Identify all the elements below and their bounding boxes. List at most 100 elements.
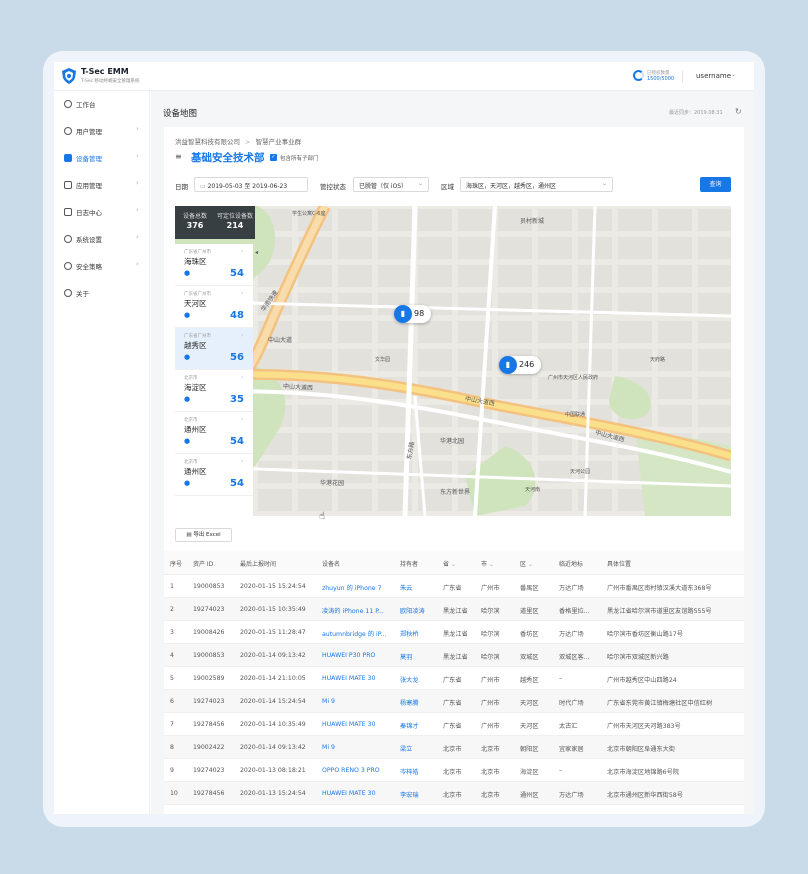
- district-item[interactable]: 北京市 通州区 ● 54 ›: [175, 454, 253, 496]
- sidebar-item-users[interactable]: 用户管理 ›: [54, 122, 150, 144]
- breadcrumb-company[interactable]: 洪益智慧科技有限公司: [175, 138, 240, 146]
- table-row[interactable]: 2 19274023 2020-01-15 10:35:49 凌涛的 iPhone 1…: [164, 598, 744, 621]
- cell-owner[interactable]: 秦锦才: [400, 721, 419, 730]
- cell-landmark: 太古汇: [559, 723, 578, 730]
- chevron-down-icon: ⌄: [487, 561, 494, 568]
- cell-device[interactable]: 凌涛的 iPhone 11 P...: [322, 606, 384, 615]
- region-label: 区域: [441, 183, 454, 191]
- cell-device[interactable]: Mi 9: [322, 698, 335, 705]
- query-button[interactable]: 查询: [700, 177, 731, 192]
- table-row[interactable]: 3 19008426 2020-01-15 11:28:47 autumnbridge…: [164, 621, 744, 644]
- app-subtitle: T-Sec 移动终端安全管理系统: [81, 79, 140, 84]
- table-row[interactable]: 6 19274023 2020-01-14 15:24:54 Mi 9 杨寒腾 广东省 广州…: [164, 690, 744, 713]
- cell-device[interactable]: HUAWEI MATE 30: [322, 721, 376, 728]
- district-name: 海淀区: [184, 383, 207, 392]
- cell-prov: 广东省: [443, 585, 462, 592]
- cell-dist: 番禺区: [520, 585, 539, 592]
- collapse-arrow-icon[interactable]: ◂: [255, 249, 258, 256]
- district-item-selected[interactable]: 广东省广州市 越秀区 ● 56 ›: [175, 328, 253, 370]
- table-row[interactable]: 8 19002422 2020-01-14 09:13:42 Mi 9 梁立 北京市 北京市…: [164, 736, 744, 759]
- cell-dist: 双城区: [520, 654, 539, 661]
- chevron-down-icon: ⌄: [526, 561, 533, 568]
- table-row[interactable]: 10 19278456 2020-01-13 15:24:54 HUAWEI MATE…: [164, 782, 744, 805]
- cell-prov: 黑龙江省: [443, 631, 468, 638]
- cell-no: 4: [170, 652, 174, 659]
- district-count: 48: [230, 310, 244, 321]
- cell-owner[interactable]: 莫羽: [400, 652, 412, 661]
- cell-addr: 黑龙江省哈尔滨市道里区友谊路555号: [607, 608, 712, 615]
- include-subdept-checkbox[interactable]: ✓: [270, 154, 277, 161]
- sidebar-item-settings[interactable]: 系统设置 ›: [54, 230, 150, 252]
- cell-device[interactable]: HUAWEI MATE 30: [322, 675, 376, 682]
- sidebar-item-about[interactable]: 关于: [54, 284, 150, 306]
- cell-owner[interactable]: 岑梓皓: [400, 767, 419, 776]
- username-menu[interactable]: username: [696, 72, 731, 80]
- status-select[interactable]: 已脱管（仅 iOS） ⌄: [353, 177, 429, 192]
- cell-device[interactable]: HUAWEI P30 PRO: [322, 652, 375, 659]
- table-row[interactable]: 5 19002589 2020-01-14 21:10:05 HUAWEI MATE …: [164, 667, 744, 690]
- map-canvas[interactable]: [175, 206, 731, 516]
- cell-prov: 广东省: [443, 700, 462, 707]
- cell-device[interactable]: OPPO RENO 3 PRO: [322, 767, 380, 774]
- divider: [682, 71, 683, 82]
- cell-owner[interactable]: 郑秋桥: [400, 629, 419, 638]
- cell-device[interactable]: Mi 9: [322, 744, 335, 751]
- cell-city: 哈尔滨: [481, 631, 500, 638]
- district-item[interactable]: 广东省广州市 海珠区 ● 54 ›: [175, 244, 253, 286]
- cell-owner[interactable]: 梁立: [400, 744, 412, 753]
- cell-id: 19002422: [193, 744, 225, 751]
- cell-owner[interactable]: 欧阳凌涛: [400, 606, 425, 615]
- cell-no: 2: [170, 606, 174, 613]
- device-cluster-marker[interactable]: ▮ 246: [499, 356, 542, 374]
- table-header: 序号 资产 ID 最后上报时间 设备名 持有者 省 ⌄ 市 ⌄ 区 ⌄ 临近地标…: [164, 551, 744, 575]
- cell-time: 2020-01-14 09:13:42: [240, 652, 306, 659]
- cell-device[interactable]: autumnbridge 的 iP...: [322, 629, 386, 638]
- device-map[interactable]: 中山大道西 中山大道西 中山大道西 华南快速 东方路 华港北园 东方新世界 华港…: [175, 206, 731, 516]
- cell-id: 19000853: [193, 652, 225, 659]
- cell-owner[interactable]: 杨寒腾: [400, 698, 419, 707]
- district-name: 天河区: [184, 299, 207, 308]
- cell-addr: 广州市越秀区中山四路24: [607, 677, 677, 684]
- district-item[interactable]: 北京市 通州区 ● 54 ›: [175, 412, 253, 454]
- cell-landmark: 时代广场: [559, 700, 584, 707]
- cell-owner[interactable]: 李宏瑞: [400, 790, 419, 799]
- main-content: 设备地图 最近同步：2019.08.31 ↻ 洪益智慧科技有限公司 > 智慧产业…: [151, 91, 754, 814]
- sidebar-item-apps[interactable]: 应用管理 ›: [54, 176, 150, 198]
- district-item[interactable]: 广东省广州市 天河区 ● 48 ›: [175, 286, 253, 328]
- cell-dist: 通州区: [520, 792, 539, 799]
- col-header-filter[interactable]: 省 ⌄: [443, 559, 456, 568]
- sidebar-item-label: 设备管理: [76, 155, 102, 163]
- table-row[interactable]: 7 19278456 2020-01-14 10:35:49 HUAWEI MATE …: [164, 713, 744, 736]
- sidebar-item-label: 日志中心: [76, 209, 102, 217]
- cluster-count: 246: [519, 360, 535, 369]
- date-range-picker[interactable]: ▭ 2019-05-03 至 2019-06-23: [194, 177, 308, 192]
- cell-id: 19002589: [193, 675, 225, 682]
- total-devices-value: 376: [186, 221, 204, 230]
- breadcrumb-group[interactable]: 智慧产业事业群: [256, 138, 302, 146]
- menu-icon[interactable]: ≡: [175, 152, 182, 161]
- cell-landmark: –: [559, 675, 563, 682]
- sidebar-item-devices[interactable]: 设备管理 ›: [54, 149, 150, 171]
- cell-device[interactable]: HUAWEI MATE 30: [322, 790, 376, 797]
- table-row[interactable]: 1 19000853 2020-01-15 15:24:54 zhuyun 的 iPh…: [164, 575, 744, 598]
- cell-owner[interactable]: 朱云: [400, 583, 412, 592]
- sidebar-item-security[interactable]: 安全策略 ›: [54, 257, 150, 279]
- table-row[interactable]: 4 19000853 2020-01-14 09:13:42 HUAWEI P30 P…: [164, 644, 744, 667]
- region-select[interactable]: 海珠区，天河区，越秀区，通州区 ⌄: [460, 177, 613, 192]
- cell-no: 3: [170, 629, 174, 636]
- cell-device[interactable]: zhuyun 的 iPhone 7: [322, 583, 382, 592]
- sidebar-item-workbench[interactable]: 工作台: [54, 95, 150, 117]
- table-row[interactable]: 9 19274023 2020-01-13 08:18:21 OPPO RENO 3 …: [164, 759, 744, 782]
- device-cluster-marker[interactable]: ▮ 98: [394, 305, 432, 323]
- export-excel-button[interactable]: ▤ 导出 Excel: [175, 528, 232, 542]
- sidebar-item-logs[interactable]: 日志中心 ›: [54, 203, 150, 225]
- district-item[interactable]: 北京市 海淀区 ● 35 ›: [175, 370, 253, 412]
- cell-owner[interactable]: 张大龙: [400, 675, 419, 684]
- chevron-down-icon: ⌄: [417, 180, 423, 187]
- cell-city: 北京市: [481, 792, 500, 799]
- sidebar-item-label: 工作台: [76, 101, 96, 109]
- col-header-filter[interactable]: 区 ⌄: [520, 559, 533, 568]
- col-header-filter[interactable]: 市 ⌄: [481, 559, 494, 568]
- refresh-icon[interactable]: ↻: [735, 107, 742, 116]
- chevron-down-icon[interactable]: ⌄: [731, 71, 736, 78]
